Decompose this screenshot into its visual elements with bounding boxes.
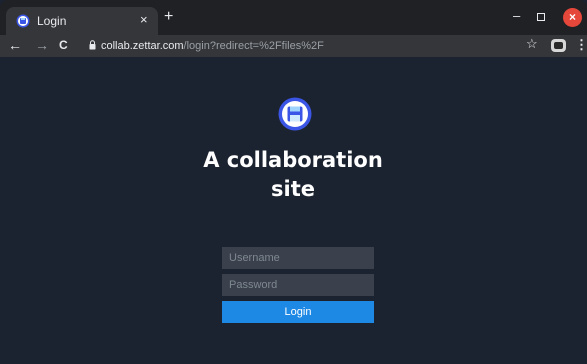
username-input[interactable] — [222, 247, 374, 269]
lock-icon — [89, 40, 96, 50]
site-title: A collaboration site — [203, 148, 383, 201]
browser-toolbar: ← → C collab.zettar.com/login?redirect=%… — [0, 35, 587, 57]
forward-icon[interactable]: → — [35, 37, 49, 53]
minimize-icon[interactable]: – — [513, 9, 520, 22]
url-path: /login?redirect=%2Ffiles%2F — [183, 40, 324, 52]
login-button[interactable]: Login — [222, 301, 374, 323]
reload-icon[interactable]: C — [59, 37, 68, 53]
extension-icon[interactable] — [551, 39, 566, 52]
tab-title: Login — [37, 14, 67, 28]
tab-login[interactable]: Login × — [6, 7, 158, 35]
url-host: collab.zettar.com — [101, 40, 184, 52]
window-close-icon[interactable]: × — [563, 8, 582, 27]
url-text: collab.zettar.com/login?redirect=%2Ffile… — [101, 39, 324, 53]
password-input[interactable] — [222, 274, 374, 296]
address-bar[interactable]: collab.zettar.com/login?redirect=%2Ffile… — [83, 37, 561, 55]
tab-close-icon[interactable]: × — [140, 13, 148, 27]
bookmark-star-icon[interactable]: ☆ — [526, 36, 538, 52]
browser-window: Login × + – × ← → C collab.zettar.com/lo… — [0, 0, 587, 364]
login-page: A collaboration site Login — [0, 57, 587, 364]
tab-strip: Login × + – × — [0, 0, 587, 35]
back-icon[interactable]: ← — [8, 37, 22, 53]
maximize-icon[interactable] — [537, 13, 545, 21]
browser-menu-icon[interactable]: ⋮ — [575, 37, 587, 53]
floppy-disk-icon — [278, 97, 312, 131]
new-tab-icon[interactable]: + — [164, 9, 173, 25]
floppy-disk-icon — [16, 14, 30, 28]
